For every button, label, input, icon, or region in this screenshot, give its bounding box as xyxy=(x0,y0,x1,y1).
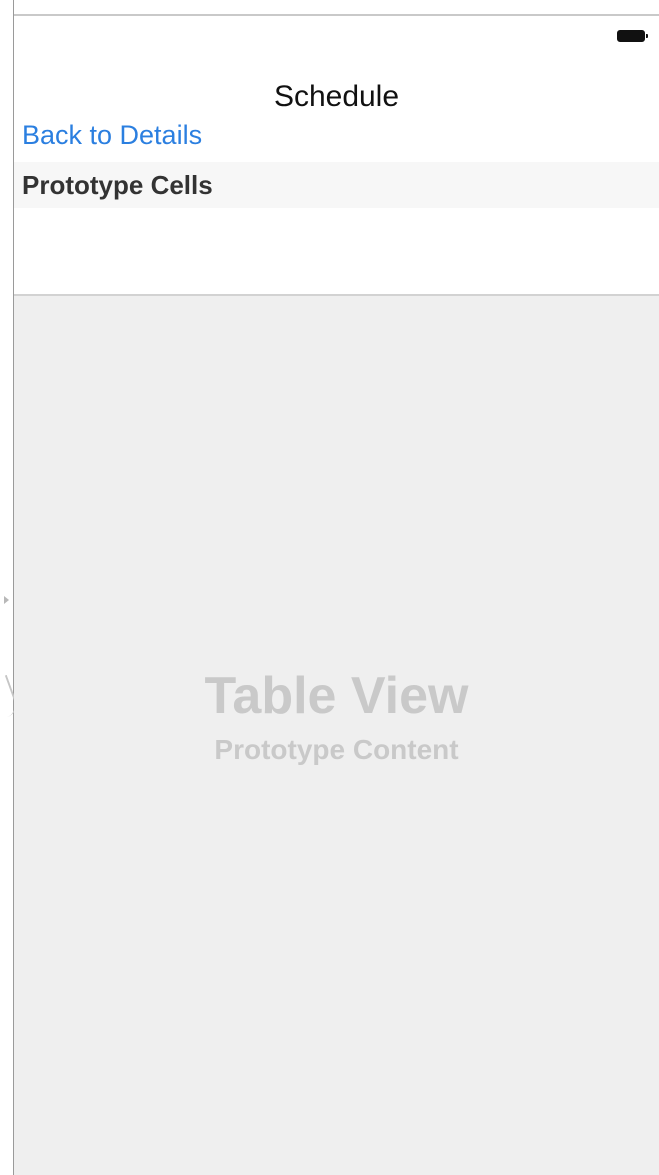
table-view-placeholder-subtitle: Prototype Content xyxy=(214,734,459,765)
storyboard-canvas xyxy=(0,0,21,1175)
battery-full-icon xyxy=(617,30,648,42)
navigation-bar: Schedule Back to Details xyxy=(14,56,659,162)
prototype-cell[interactable] xyxy=(14,208,659,294)
back-button[interactable]: Back to Details xyxy=(22,120,202,151)
nav-title: Schedule xyxy=(273,80,400,113)
view-controller-scene: Schedule Back to Details Prototype Cells… xyxy=(14,14,659,1175)
table-view-placeholder-title: Table View xyxy=(204,667,469,725)
table-view[interactable]: Table View Prototype Content xyxy=(14,296,659,1175)
section-header-label: Prototype Cells xyxy=(22,170,213,200)
segue-arrow-icon xyxy=(4,596,9,604)
status-bar xyxy=(14,16,659,56)
section-header: Prototype Cells xyxy=(14,162,659,208)
